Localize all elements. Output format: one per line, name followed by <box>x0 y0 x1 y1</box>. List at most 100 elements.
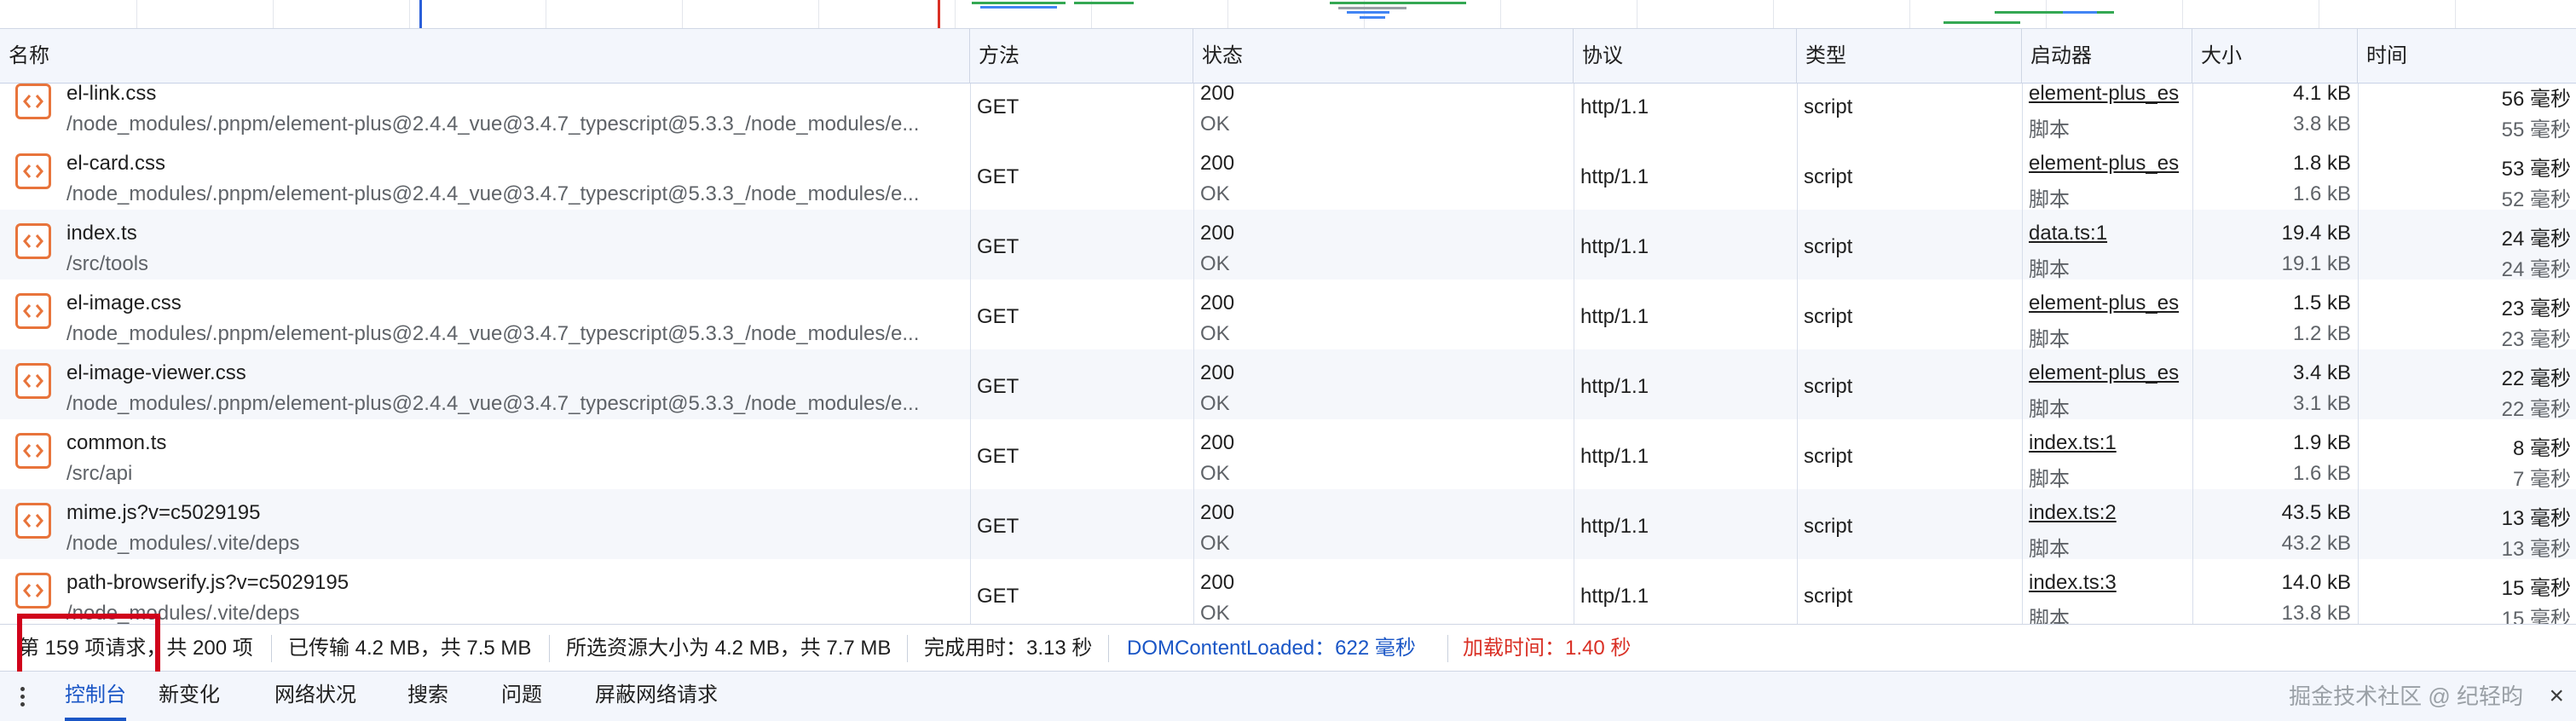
script-file-icon <box>15 363 51 399</box>
request-time: 24 毫秒 <box>2501 228 2571 251</box>
timeline-bar <box>1360 16 1385 19</box>
tab-console[interactable]: 控制台 <box>65 672 126 721</box>
initiator-type: 脚本 <box>2029 258 2070 281</box>
column-header-initiator[interactable]: 启动器 <box>2022 29 2192 84</box>
timeline-bar <box>1330 2 1466 4</box>
table-row[interactable]: el-image-viewer.css /node_modules/.pnpm/… <box>0 349 2576 421</box>
table-row[interactable]: index.ts /src/tools GET 200 OK http/1.1 … <box>0 210 2576 281</box>
request-name: path-browserify.js?v=c5029195 <box>66 571 349 594</box>
timeline-gridline <box>136 0 137 28</box>
divider <box>1447 635 1448 662</box>
column-header-status[interactable]: 状态 <box>1193 29 1574 84</box>
request-time: 53 毫秒 <box>2501 158 2571 181</box>
request-protocol: http/1.1 <box>1580 445 1649 468</box>
column-header-size[interactable]: 大小 <box>2192 29 2358 84</box>
table-row[interactable]: path-browserify.js?v=c5029195 /node_modu… <box>0 559 2576 624</box>
status-text: OK <box>1200 322 1230 345</box>
request-method: GET <box>977 305 1019 328</box>
column-divider[interactable] <box>1193 84 1194 624</box>
load-marker <box>938 0 940 28</box>
resource-size: 1.6 kB <box>2292 182 2351 205</box>
table-row[interactable]: el-card.css /node_modules/.pnpm/element-… <box>0 140 2576 211</box>
request-latency: 7 毫秒 <box>2512 468 2571 491</box>
transferred-size: 已传输 4.2 MB，共 7.5 MB <box>288 637 532 660</box>
column-header-type[interactable]: 类型 <box>1797 29 2022 84</box>
timeline-bar <box>1074 2 1134 4</box>
request-type: script <box>1804 165 1853 188</box>
table-row[interactable]: common.ts /src/api GET 200 OK http/1.1 s… <box>0 419 2576 491</box>
tab-issues[interactable]: 问题 <box>501 672 542 721</box>
table-row[interactable]: mime.js?v=c5029195 /node_modules/.vite/d… <box>0 489 2576 561</box>
timeline-gridline <box>1909 0 1910 28</box>
kebab-menu-icon[interactable] <box>20 687 26 707</box>
tab-whats-new[interactable]: 新变化 <box>159 672 220 721</box>
column-divider[interactable] <box>2192 84 2193 624</box>
initiator-type: 脚本 <box>2029 188 2070 211</box>
status-code: 200 <box>1200 501 1235 524</box>
close-icon[interactable]: × <box>2549 684 2564 709</box>
resources-size: 所选资源大小为 4.2 MB，共 7.7 MB <box>566 637 892 660</box>
resource-size: 43.2 kB <box>2281 532 2351 555</box>
table-row[interactable]: el-link.css /node_modules/.pnpm/element-… <box>0 84 2576 141</box>
status-text: OK <box>1200 112 1230 136</box>
initiator-link[interactable]: data.ts:1 <box>2029 222 2191 245</box>
timeline-gridline <box>2455 0 2456 28</box>
request-latency: 55 毫秒 <box>2501 118 2571 141</box>
timeline-gridline <box>273 0 274 28</box>
status-text: OK <box>1200 532 1230 555</box>
timeline-bar <box>1944 21 2020 24</box>
request-table-body: el-link.css /node_modules/.pnpm/element-… <box>0 84 2576 624</box>
column-header-method[interactable]: 方法 <box>970 29 1193 84</box>
initiator-link[interactable]: index.ts:2 <box>2029 501 2191 525</box>
request-type: script <box>1804 95 1853 118</box>
request-count: 第 159 项请求，共 200 项 <box>19 637 253 660</box>
initiator-link[interactable]: index.ts:1 <box>2029 431 2191 455</box>
request-method: GET <box>977 585 1019 608</box>
timeline-gridline <box>1773 0 1774 28</box>
initiator-link[interactable]: element-plus_es <box>2029 152 2191 176</box>
request-path: /node_modules/.pnpm/element-plus@2.4.4_v… <box>66 112 920 136</box>
tab-search[interactable]: 搜索 <box>407 672 448 721</box>
status-code: 200 <box>1200 571 1235 594</box>
timeline-overview[interactable] <box>0 0 2576 29</box>
request-time: 22 毫秒 <box>2501 367 2571 390</box>
request-method: GET <box>977 445 1019 468</box>
request-protocol: http/1.1 <box>1580 305 1649 328</box>
request-protocol: http/1.1 <box>1580 515 1649 538</box>
table-row[interactable]: el-image.css /node_modules/.pnpm/element… <box>0 280 2576 351</box>
column-header-name[interactable]: 名称 <box>0 29 970 84</box>
request-latency: 22 毫秒 <box>2501 398 2571 421</box>
request-protocol: http/1.1 <box>1580 235 1649 258</box>
column-divider[interactable] <box>1797 84 1798 624</box>
status-code: 200 <box>1200 222 1235 245</box>
resource-size: 19.1 kB <box>2281 252 2351 275</box>
request-path: /node_modules/.pnpm/element-plus@2.4.4_v… <box>66 182 920 205</box>
column-header-protocol[interactable]: 协议 <box>1574 29 1797 84</box>
column-header-time[interactable]: 时间 <box>2358 29 2576 84</box>
tab-network-conditions[interactable]: 网络状况 <box>274 672 356 721</box>
request-name: el-image.css <box>66 291 182 314</box>
timeline-bar <box>972 2 1066 4</box>
transfer-size: 19.4 kB <box>2281 222 2351 245</box>
request-latency: 52 毫秒 <box>2501 188 2571 211</box>
finish-time: 完成用时：3.13 秒 <box>924 637 1093 660</box>
timeline-gridline <box>818 0 819 28</box>
initiator-link[interactable]: element-plus_es <box>2029 361 2191 385</box>
status-text: OK <box>1200 252 1230 275</box>
request-protocol: http/1.1 <box>1580 375 1649 398</box>
column-divider[interactable] <box>2358 84 2359 624</box>
request-latency: 13 毫秒 <box>2501 538 2571 561</box>
initiator-link[interactable]: element-plus_es <box>2029 84 2191 106</box>
initiator-type: 脚本 <box>2029 608 2070 624</box>
divider <box>271 635 272 662</box>
tab-network-request-blocking[interactable]: 屏蔽网络请求 <box>595 672 718 721</box>
initiator-link[interactable]: element-plus_es <box>2029 291 2191 315</box>
request-time: 56 毫秒 <box>2501 88 2571 111</box>
initiator-link[interactable]: index.ts:3 <box>2029 571 2191 595</box>
timeline-gridline <box>2046 0 2047 28</box>
column-divider[interactable] <box>2022 84 2023 624</box>
request-protocol: http/1.1 <box>1580 165 1649 188</box>
timeline-gridline <box>1227 0 1228 28</box>
column-divider[interactable] <box>970 84 971 624</box>
request-path: /src/tools <box>66 252 149 275</box>
